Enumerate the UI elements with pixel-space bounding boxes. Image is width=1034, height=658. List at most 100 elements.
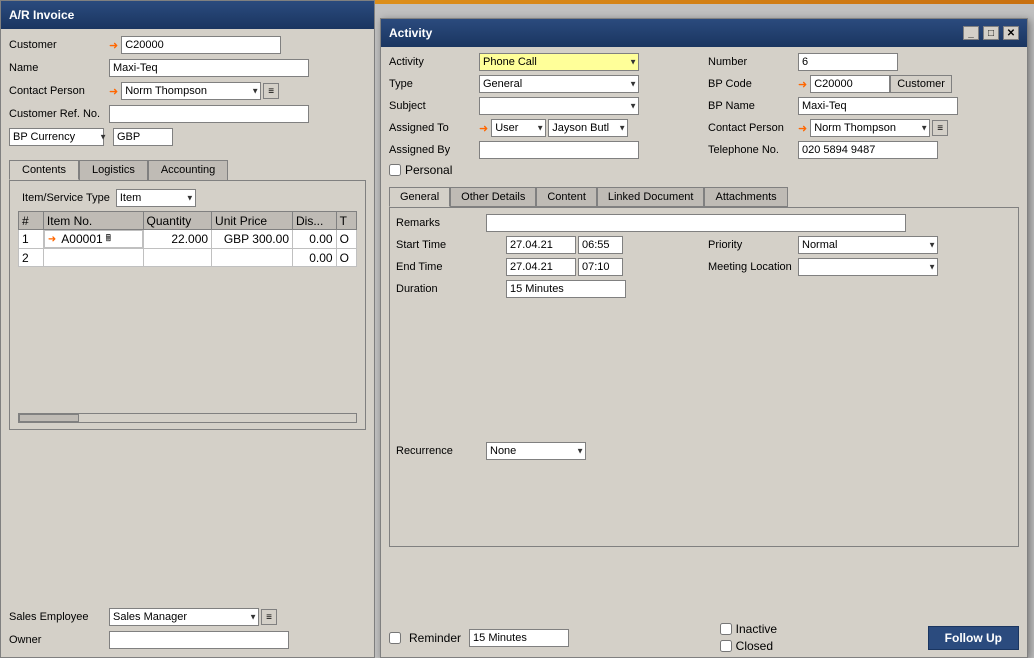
- item-type-row: Item/Service Type Item: [22, 189, 353, 207]
- ar-invoice-titlebar: A/R Invoice: [1, 1, 374, 29]
- bp-name-input[interactable]: [798, 97, 958, 115]
- subject-row: Subject: [389, 97, 700, 115]
- reminder-area: Reminder: [389, 629, 569, 647]
- minimize-btn[interactable]: _: [963, 26, 979, 40]
- assigned-by-input[interactable]: [479, 141, 639, 159]
- tab-general[interactable]: General: [389, 187, 450, 207]
- name-input[interactable]: [109, 59, 309, 77]
- empty-cell: [19, 321, 357, 339]
- end-time-input[interactable]: [578, 258, 623, 276]
- closed-checkbox[interactable]: [720, 640, 732, 652]
- recurrence-select[interactable]: None: [486, 442, 586, 460]
- recurrence-select-wrapper: None: [486, 442, 586, 460]
- empty-cell: [19, 303, 357, 321]
- tab-accounting[interactable]: Accounting: [148, 160, 228, 180]
- h-scrollbar[interactable]: [18, 413, 357, 423]
- ar-invoice-title: A/R Invoice: [9, 8, 74, 22]
- reminder-label: Reminder: [409, 631, 461, 645]
- col-discount: Dis...: [293, 212, 337, 230]
- activity-title: Activity: [389, 26, 432, 40]
- act-contact-select[interactable]: Norm Thompson: [810, 119, 930, 137]
- number-input[interactable]: [798, 53, 898, 71]
- personal-row: Personal: [389, 163, 692, 177]
- type-select[interactable]: General: [479, 75, 639, 93]
- act-contact-person-label: Contact Person: [708, 122, 798, 134]
- act-contact-info-btn[interactable]: ≡: [932, 120, 948, 136]
- tab-logistics[interactable]: Logistics: [79, 160, 148, 180]
- meeting-location-select[interactable]: [798, 258, 938, 276]
- activity-window: Activity _ □ ✕ Activity Phone Call: [380, 18, 1028, 658]
- row1-arrow-icon: ➜: [48, 234, 56, 245]
- owner-label: Owner: [9, 634, 109, 646]
- personal-checkbox[interactable]: [389, 164, 401, 176]
- activity-col-right: Number BP Code ➜ Customer BP Name Co: [708, 53, 1019, 181]
- bp-code-input[interactable]: [810, 75, 890, 93]
- priority-select-wrapper: Normal: [798, 236, 938, 254]
- general-tab-two-col: Start Time End Time Duration: [396, 236, 1012, 302]
- bp-code-row: BP Code ➜ Customer: [708, 75, 1019, 93]
- ar-invoice-form: Customer ➜ Name Contact Person ➜ Norm Th…: [1, 29, 374, 156]
- tab-content[interactable]: Content: [536, 187, 597, 207]
- bp-name-row: BP Name: [708, 97, 1019, 115]
- currency-label-select[interactable]: BP Currency: [9, 128, 104, 146]
- contact-person-info-btn[interactable]: ≡: [263, 83, 279, 99]
- user-name-select[interactable]: Jayson Butl: [548, 119, 628, 137]
- customer-label: Customer: [9, 39, 109, 51]
- table-row: [19, 303, 357, 321]
- scrollbar-thumb[interactable]: [19, 414, 79, 422]
- general-tab-content: Remarks Start Time End Time: [389, 207, 1019, 547]
- follow-up-btn[interactable]: Follow Up: [928, 626, 1019, 650]
- subject-select-wrapper: [479, 97, 639, 115]
- sales-employee-info-btn[interactable]: ≡: [261, 609, 277, 625]
- bp-currency-row: BP Currency: [9, 127, 366, 147]
- start-time-input[interactable]: [578, 236, 623, 254]
- table-row: [19, 393, 357, 411]
- assigned-to-arrow-icon: ➜: [479, 122, 488, 135]
- customer-input[interactable]: [121, 36, 281, 54]
- sales-employee-select[interactable]: Sales Manager: [109, 608, 259, 626]
- contact-person-select[interactable]: Norm Thompson: [121, 82, 261, 100]
- activity-form: Activity Phone Call Type General: [381, 47, 1027, 187]
- customer-ref-row: Customer Ref. No.: [9, 104, 366, 124]
- cell-row1-item[interactable]: ➜ A00001 🖩: [44, 230, 143, 248]
- duration-label: Duration: [396, 283, 506, 295]
- inactive-checkbox[interactable]: [720, 623, 732, 635]
- general-left-col: Start Time End Time Duration: [396, 236, 700, 302]
- user-select[interactable]: User: [491, 119, 546, 137]
- priority-select[interactable]: Normal: [798, 236, 938, 254]
- cell-row1-t: O: [336, 230, 356, 249]
- currency-value-input[interactable]: [113, 128, 173, 146]
- invoice-tab-content: Item/Service Type Item # Item No. Quanti…: [9, 180, 366, 430]
- tab-contents[interactable]: Contents: [9, 160, 79, 180]
- invoice-tabs-container: Contents Logistics Accounting Item/Servi…: [9, 160, 366, 430]
- reminder-input[interactable]: [469, 629, 569, 647]
- duration-input[interactable]: [506, 280, 626, 298]
- activity-tabs-row: General Other Details Content Linked Doc…: [389, 187, 1019, 207]
- item-type-select[interactable]: Item: [116, 189, 196, 207]
- tab-attachments[interactable]: Attachments: [704, 187, 787, 207]
- invoice-table: # Item No. Quantity Unit Price Dis... T …: [18, 211, 357, 411]
- tab-other-details[interactable]: Other Details: [450, 187, 536, 207]
- recurrence-row: Recurrence None: [396, 442, 1012, 460]
- subject-select[interactable]: [479, 97, 639, 115]
- maximize-btn[interactable]: □: [983, 26, 999, 40]
- assigned-to-label: Assigned To: [389, 122, 479, 134]
- telephone-input[interactable]: [798, 141, 938, 159]
- activity-type-row: Activity Phone Call: [389, 53, 700, 71]
- activity-select[interactable]: Phone Call: [479, 53, 639, 71]
- reminder-checkbox[interactable]: [389, 632, 401, 644]
- name-label: Name: [9, 62, 109, 74]
- activity-fields-top: Activity Phone Call Type General: [389, 53, 1019, 181]
- customer-ref-input[interactable]: [109, 105, 309, 123]
- customer-btn[interactable]: Customer: [890, 75, 952, 93]
- item-type-select-wrapper: Item: [116, 189, 196, 207]
- subject-label: Subject: [389, 100, 479, 112]
- end-date-input[interactable]: [506, 258, 576, 276]
- start-date-input[interactable]: [506, 236, 576, 254]
- cell-row2-num: 2: [19, 249, 44, 267]
- activity-select-wrapper: Phone Call: [479, 53, 639, 71]
- remarks-input[interactable]: [486, 214, 906, 232]
- close-btn[interactable]: ✕: [1003, 26, 1019, 40]
- tab-linked-document[interactable]: Linked Document: [597, 187, 705, 207]
- owner-input[interactable]: [109, 631, 289, 649]
